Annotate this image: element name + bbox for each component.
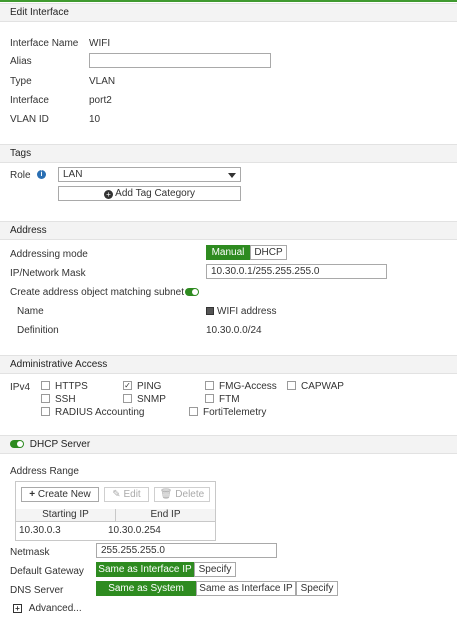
add-tag-category-button[interactable]: + Add Tag Category (58, 186, 241, 201)
page-title: Edit Interface (0, 3, 457, 22)
delete-label: Delete (175, 489, 205, 500)
type-value: VLAN (89, 76, 116, 87)
trash-icon: 🗑 (159, 489, 173, 500)
fmg-access-label: FMG-Access (219, 381, 277, 392)
role-select-value: LAN (63, 169, 83, 180)
snmp-label: SNMP (137, 394, 166, 405)
interface-name-value: WIFI (89, 38, 111, 49)
chevron-down-icon (228, 173, 236, 178)
ping-checkbox[interactable]: ✓ (123, 381, 132, 390)
radius-accounting-label: RADIUS Accounting (55, 407, 145, 418)
plus-square-icon: + (13, 604, 22, 613)
plus-circle-icon: + (103, 190, 113, 199)
address-range-table: + Create New ✎ Edit 🗑 Delete Starting IP… (15, 481, 216, 541)
fortitelemetry-checkbox[interactable] (189, 407, 198, 416)
ip-mask-input[interactable]: 10.30.0.1/255.255.255.0 (206, 264, 387, 279)
alias-input[interactable] (89, 53, 271, 68)
alias-label: Alias (10, 56, 32, 67)
advanced-toggle[interactable]: + Advanced... (13, 603, 82, 614)
gateway-specify-button[interactable]: Specify (194, 562, 236, 577)
https-label: HTTPS (55, 381, 88, 392)
fortitelemetry-label: FortiTelemetry (203, 407, 267, 418)
ssh-checkbox[interactable] (41, 394, 50, 403)
ipv4-label: IPv4 (10, 382, 31, 393)
vlan-id-value: 10 (89, 114, 101, 125)
dhcp-server-section-header: DHCP Server (0, 435, 457, 454)
delete-button[interactable]: 🗑 Delete (154, 487, 210, 502)
dns-same-as-system-button[interactable]: Same as System DNS (96, 581, 196, 607)
mode-manual-button[interactable]: Manual (206, 245, 250, 260)
capwap-label: CAPWAP (301, 381, 344, 392)
ssh-label: SSH (55, 394, 76, 405)
col-starting-ip: Starting IP (16, 509, 116, 522)
interface-value: port2 (89, 95, 112, 106)
create-new-button[interactable]: + Create New (21, 487, 99, 502)
address-section-header: Address (0, 221, 457, 240)
row-start-ip: 10.30.0.3 (19, 525, 61, 536)
netmask-input[interactable]: 255.255.255.0 (96, 543, 277, 558)
edit-label: Edit (123, 489, 141, 500)
mode-dhcp-button[interactable]: DHCP (250, 245, 287, 260)
default-gateway-label: Default Gateway (10, 566, 84, 577)
create-address-object-toggle[interactable] (185, 288, 199, 296)
role-select[interactable]: LAN (58, 167, 241, 182)
address-name-value: WIFI address (206, 306, 276, 317)
address-name-text: WIFI address (217, 306, 277, 317)
radius-accounting-checkbox[interactable] (41, 407, 50, 416)
ping-label: PING (137, 381, 162, 392)
vlan-id-label: VLAN ID (10, 114, 49, 125)
create-address-object-label: Create address object matching subnet (10, 287, 184, 298)
plus-icon: + (29, 489, 36, 500)
role-label: Role (10, 170, 31, 181)
pencil-icon: ✎ (112, 489, 121, 500)
type-label: Type (10, 76, 32, 87)
address-range-label: Address Range (10, 466, 79, 477)
gateway-same-as-interface-button[interactable]: Same as Interface IP (96, 562, 194, 577)
capwap-checkbox[interactable] (287, 381, 296, 390)
dns-specify-button[interactable]: Specify (296, 581, 338, 596)
address-name-label: Name (17, 306, 44, 317)
dns-server-label: DNS Server (10, 585, 64, 596)
edit-button[interactable]: ✎ Edit (104, 487, 149, 502)
top-accent-bar (0, 0, 457, 2)
advanced-label: Advanced... (28, 603, 82, 614)
netmask-label: Netmask (10, 547, 50, 558)
add-tag-category-label: Add Tag Category (115, 188, 196, 199)
create-new-label: Create New (37, 489, 91, 500)
definition-value: 10.30.0.0/24 (206, 325, 262, 336)
info-icon[interactable]: i (37, 170, 46, 179)
https-checkbox[interactable] (41, 381, 50, 390)
ip-mask-label: IP/Network Mask (10, 268, 86, 279)
interface-name-label: Interface Name (10, 38, 79, 49)
definition-label: Definition (17, 325, 59, 336)
col-end-ip: End IP (116, 509, 215, 522)
snmp-checkbox[interactable] (123, 394, 132, 403)
row-end-ip: 10.30.0.254 (108, 525, 161, 536)
dns-same-as-interface-button[interactable]: Same as Interface IP (196, 581, 296, 596)
admin-access-section-header: Administrative Access (0, 355, 457, 374)
ftm-label: FTM (219, 394, 240, 405)
address-object-icon (206, 307, 214, 315)
dhcp-server-label: DHCP Server (29, 439, 91, 450)
interface-label: Interface (10, 95, 49, 106)
fmg-access-checkbox[interactable] (205, 381, 214, 390)
ftm-checkbox[interactable] (205, 394, 214, 403)
addressing-mode-label: Addressing mode (10, 249, 88, 260)
tags-section-header: Tags (0, 144, 457, 163)
dhcp-server-toggle[interactable] (10, 440, 24, 448)
